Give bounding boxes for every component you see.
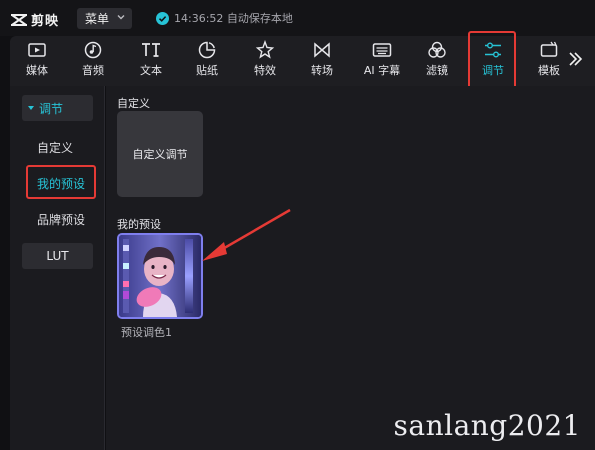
transition-icon <box>312 40 332 60</box>
app-name: 剪映 <box>31 14 60 29</box>
tab-transition[interactable]: 转场 <box>297 36 347 86</box>
capcut-logo-icon <box>11 13 27 26</box>
sidebar-item-custom[interactable]: 自定义 <box>37 139 73 156</box>
menu-label: 菜单 <box>85 12 110 26</box>
menu-button[interactable]: 菜单 <box>77 8 132 29</box>
tab-text[interactable]: 文本 <box>126 36 176 86</box>
template-icon <box>539 40 559 60</box>
tab-label: AI 字幕 <box>363 64 401 77</box>
sidebar-lut-button[interactable]: LUT <box>22 243 93 269</box>
tab-audio[interactable]: 音频 <box>68 36 118 86</box>
sidebar-item-brand-presets[interactable]: 品牌预设 <box>37 211 85 228</box>
tab-filter[interactable]: 滤镜 <box>412 36 462 86</box>
preset-preview-image <box>119 235 201 317</box>
app-logo: 剪映 <box>10 10 59 29</box>
sidebar-item-my-presets[interactable]: 我的预设 <box>37 175 85 192</box>
tab-adjust[interactable]: 调节 <box>468 36 518 86</box>
adjust-icon <box>483 40 503 60</box>
autosave-status: 14:36:52 自动保存本地 <box>156 10 293 26</box>
tab-label: 贴纸 <box>196 64 218 77</box>
tab-label: 文本 <box>140 64 162 77</box>
custom-card-label: 自定义调节 <box>132 148 188 161</box>
sidebar-group-label: 调节 <box>39 101 64 116</box>
custom-adjust-card[interactable]: 自定义调节 <box>117 111 203 197</box>
tab-sticker[interactable]: 贴纸 <box>182 36 232 86</box>
tab-label: 模板 <box>538 64 560 77</box>
tab-label: 调节 <box>482 64 504 77</box>
preset-name: 预设调色1 <box>121 326 172 339</box>
tab-label: 特效 <box>254 64 276 77</box>
media-icon <box>27 40 47 60</box>
check-circle-icon <box>156 11 169 25</box>
audio-icon <box>83 40 103 60</box>
double-chevron-right-icon[interactable] <box>566 50 584 68</box>
custom-section-title: 自定义 <box>117 97 150 110</box>
presets-section-title: 我的预设 <box>117 218 161 231</box>
tool-tabs: 媒体 音频 文本 贴纸 特效 转场 AI 字幕 滤镜 调节 模板 <box>10 36 595 86</box>
text-icon <box>141 40 161 60</box>
sidebar-group-adjust[interactable]: 调节 <box>22 95 93 121</box>
effects-icon <box>255 40 275 60</box>
tab-effects[interactable]: 特效 <box>240 36 290 86</box>
filter-icon <box>427 40 447 60</box>
caret-down-icon <box>28 106 34 110</box>
lut-label: LUT <box>46 249 69 263</box>
autosave-text: 14:36:52 自动保存本地 <box>174 12 293 25</box>
watermark: sanlang2021 <box>393 409 581 442</box>
tab-ai-subtitle[interactable]: AI 字幕 <box>354 36 410 86</box>
sticker-icon <box>197 40 217 60</box>
tab-label: 转场 <box>311 64 333 77</box>
tab-label: 音频 <box>82 64 104 77</box>
preset-thumbnail[interactable] <box>117 233 203 319</box>
tab-media[interactable]: 媒体 <box>12 36 62 86</box>
title-bar: 剪映 菜单 14:36:52 自动保存本地 <box>0 0 595 36</box>
ai-subtitle-icon <box>372 40 392 60</box>
tab-label: 媒体 <box>26 64 48 77</box>
tab-label: 滤镜 <box>426 64 448 77</box>
chevron-down-icon <box>117 15 125 20</box>
